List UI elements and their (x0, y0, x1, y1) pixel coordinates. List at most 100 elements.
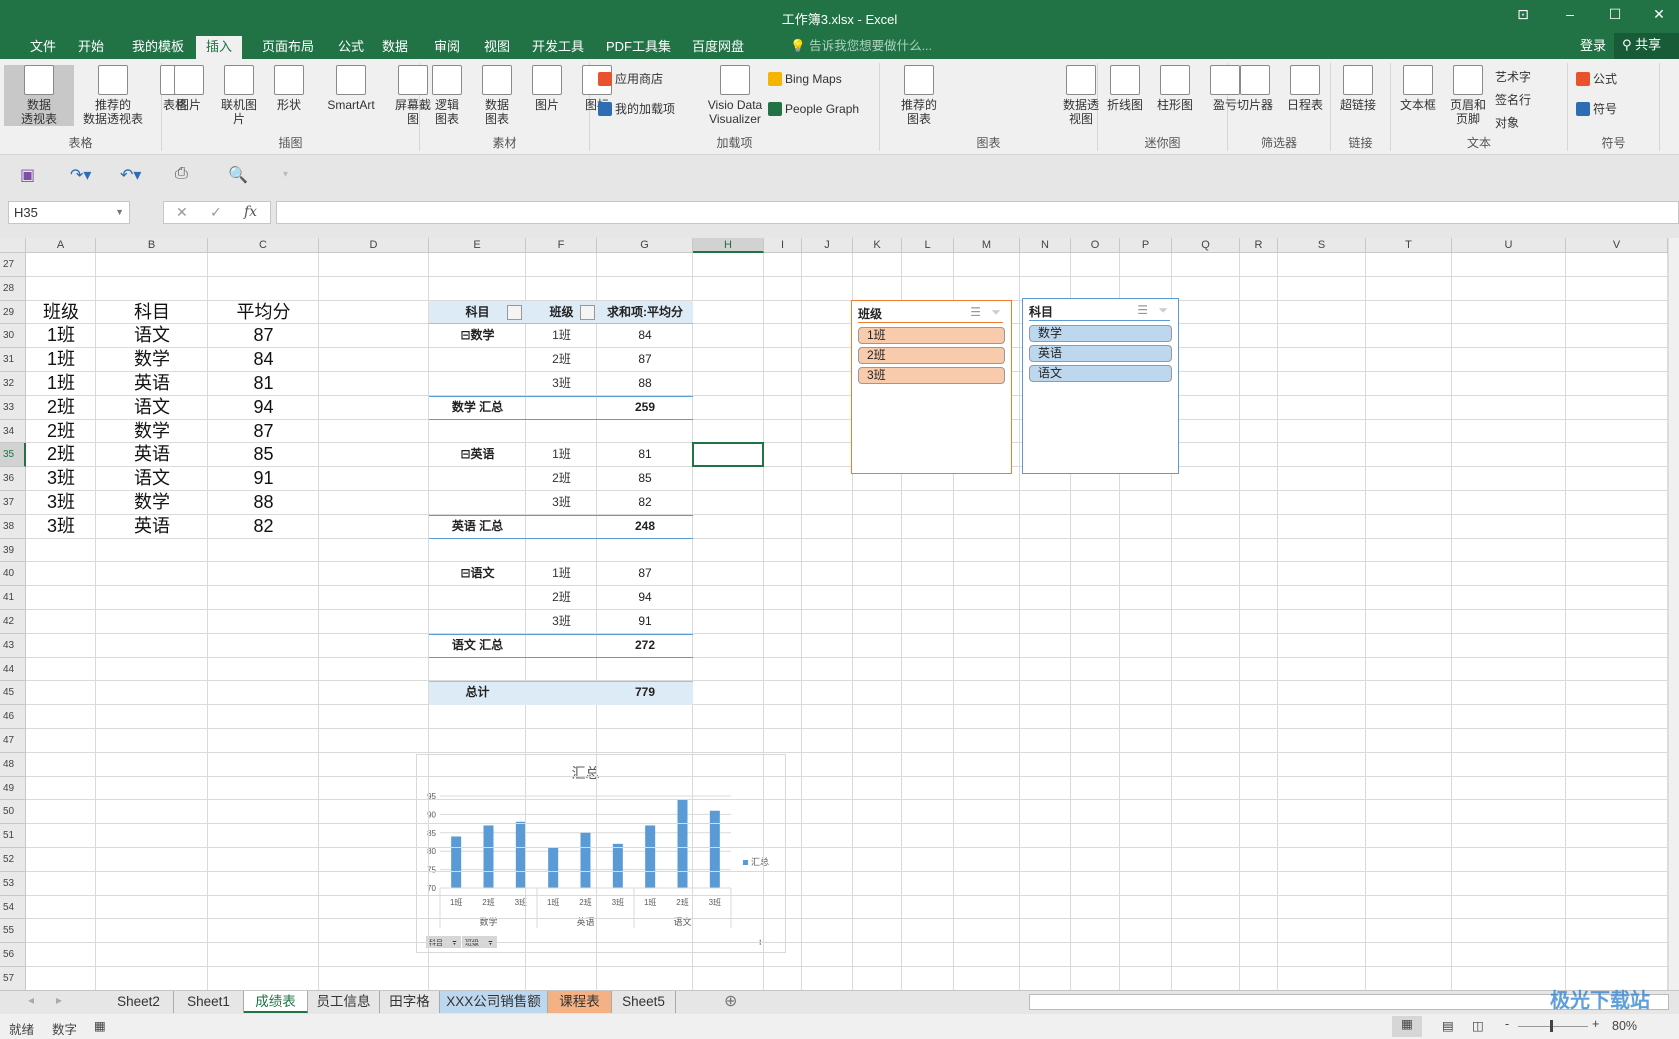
sheet-tab-0[interactable]: Sheet2 (104, 991, 174, 1013)
sheet-tab-1[interactable]: Sheet1 (174, 991, 244, 1013)
column-header-G[interactable]: G (597, 238, 693, 253)
column-header-S[interactable]: S (1278, 238, 1366, 253)
cell-C37[interactable]: 88 (208, 491, 319, 515)
chevron-down-icon[interactable]: ▼ (115, 202, 124, 223)
formula-input[interactable] (276, 201, 1679, 224)
cell-B36[interactable]: 语文 (96, 467, 208, 491)
worksheet-grid[interactable]: 汇总7075808590951班2班3班1班2班3班1班2班3班数学英语语文汇总… (0, 238, 1668, 990)
login-link[interactable]: 登录 (1580, 37, 1606, 55)
cell-F30[interactable]: 1班 (526, 324, 597, 348)
ribbon-small-3-0[interactable]: 应用商店 (598, 71, 663, 87)
ribbon-button-0-0[interactable]: 数据 透视表 (4, 65, 74, 126)
class-filter-dropdown[interactable] (580, 304, 595, 320)
zoom-in-button[interactable]: + (1592, 1017, 1599, 1031)
cell-B37[interactable]: 数学 (96, 491, 208, 515)
row-header-32[interactable]: 32 (0, 372, 26, 396)
ribbon-button-2-0[interactable]: 逻辑 图表 (424, 65, 470, 126)
row-header-36[interactable]: 36 (0, 467, 26, 491)
ribbon-button-5-1[interactable]: 柱形图 (1152, 65, 1198, 112)
slicer-item[interactable]: 1班 (858, 327, 1005, 344)
cell-C35[interactable]: 85 (208, 443, 319, 467)
add-sheet-icon[interactable]: ⊕ (724, 991, 737, 1011)
row-header-57[interactable]: 57 (0, 967, 26, 990)
cell-C30[interactable]: 87 (208, 324, 319, 348)
cell-G31[interactable]: 87 (597, 348, 693, 372)
column-header-R[interactable]: R (1240, 238, 1278, 253)
tab-8[interactable]: 视图 (474, 36, 520, 59)
sheet-tab-7[interactable]: Sheet5 (612, 991, 676, 1013)
ribbon-button-1-2[interactable]: 形状 (266, 65, 312, 112)
cell-G32[interactable]: 88 (597, 372, 693, 396)
row-header-52[interactable]: 52 (0, 848, 26, 872)
undo-icon[interactable]: ↶▾ (120, 165, 141, 185)
cell-A30[interactable]: 1班 (26, 324, 96, 348)
column-header-B[interactable]: B (96, 238, 208, 253)
column-header-C[interactable]: C (208, 238, 319, 253)
column-header-K[interactable]: K (853, 238, 902, 253)
slicer-class[interactable]: 班级 ☰ ⏷ 1班 2班 3班 (851, 300, 1012, 474)
cell-B32[interactable]: 英语 (96, 372, 208, 396)
row-header-44[interactable]: 44 (0, 657, 26, 682)
row-header-51[interactable]: 51 (0, 824, 26, 848)
cancel-icon[interactable]: ✕ (176, 202, 188, 223)
customize-qat-icon[interactable]: ▾ (283, 169, 288, 180)
zoom-slider[interactable] (1518, 1026, 1588, 1027)
cell-C32[interactable]: 81 (208, 372, 319, 396)
cell-E40[interactable]: ⊟语文 (429, 562, 526, 586)
ribbon-small-8-1[interactable]: 签名行 (1495, 92, 1531, 108)
cell-F37[interactable]: 3班 (526, 491, 597, 515)
ribbon-button-0-1[interactable]: 推荐的 数据透视表 (78, 65, 148, 126)
cell-G38[interactable]: 248 (597, 515, 693, 539)
cell-G45[interactable]: 779 (597, 681, 693, 705)
page-layout-icon[interactable]: ▤ (1442, 1018, 1454, 1033)
cell-G37[interactable]: 82 (597, 491, 693, 515)
cell-F35[interactable]: 1班 (526, 443, 597, 467)
cell-B34[interactable]: 数学 (96, 420, 208, 444)
multi-select-icon[interactable]: ☰ (1137, 303, 1148, 317)
cell-C31[interactable]: 84 (208, 348, 319, 372)
clear-filter-icon[interactable]: ⏷ (991, 305, 1001, 320)
ribbon-small-8-2[interactable]: 对象 (1495, 115, 1519, 131)
cell-B33[interactable]: 语文 (96, 396, 208, 420)
cell-C34[interactable]: 87 (208, 420, 319, 444)
vertical-scrollbar[interactable] (1668, 238, 1679, 990)
page-break-icon[interactable]: ◫ (1472, 1018, 1484, 1033)
select-all-corner[interactable] (0, 238, 26, 253)
ribbon-small-3-1[interactable]: 我的加载项 (598, 101, 675, 117)
ribbon-small-9-1[interactable]: 符号 (1576, 101, 1617, 117)
column-header-J[interactable]: J (802, 238, 853, 253)
row-header-35[interactable]: 35 (0, 443, 26, 468)
cell-G33[interactable]: 259 (597, 396, 693, 420)
ribbon-button-5-0[interactable]: 折线图 (1102, 65, 1148, 112)
cell-B29[interactable]: 科目 (96, 301, 208, 325)
column-header-D[interactable]: D (319, 238, 429, 253)
tab-0[interactable]: 文件 (20, 36, 66, 59)
cell-A38[interactable]: 3班 (26, 515, 96, 539)
tab-10[interactable]: PDF工具集 (596, 36, 681, 59)
tab-6[interactable]: 数据 (372, 36, 418, 59)
column-header-A[interactable]: A (26, 238, 96, 253)
multi-select-icon[interactable]: ☰ (970, 305, 981, 319)
pivot-chart[interactable]: 汇总7075808590951班2班3班1班2班3班1班2班3班数学英语语文汇总… (416, 754, 786, 953)
enter-icon[interactable]: ✓ (210, 202, 222, 223)
cell-F36[interactable]: 2班 (526, 467, 597, 491)
slicer-subject[interactable]: 科目 ☰ ⏷ 数学 英语 语文 (1022, 298, 1179, 474)
print-preview-icon[interactable]: ⎙ (175, 165, 188, 183)
column-header-T[interactable]: T (1366, 238, 1452, 253)
row-header-31[interactable]: 31 (0, 348, 26, 372)
row-header-56[interactable]: 56 (0, 943, 26, 967)
ribbon-button-6-1[interactable]: 日程表 (1282, 65, 1328, 112)
close-button[interactable]: ✕ (1644, 6, 1674, 23)
cell-A31[interactable]: 1班 (26, 348, 96, 372)
cell-G43[interactable]: 272 (597, 634, 693, 658)
row-header-50[interactable]: 50 (0, 800, 26, 825)
cell-B31[interactable]: 数学 (96, 348, 208, 372)
cell-B38[interactable]: 英语 (96, 515, 208, 539)
ribbon-button-2-2[interactable]: 图片 (524, 65, 570, 112)
scroll-left-icon[interactable]: ◂ (28, 993, 34, 1007)
cell-F32[interactable]: 3班 (526, 372, 597, 396)
zoom-slider-thumb[interactable] (1550, 1020, 1553, 1032)
column-header-U[interactable]: U (1452, 238, 1566, 253)
cell-A34[interactable]: 2班 (26, 420, 96, 444)
ribbon-button-3-0[interactable]: Visio Data Visualizer (700, 65, 770, 126)
